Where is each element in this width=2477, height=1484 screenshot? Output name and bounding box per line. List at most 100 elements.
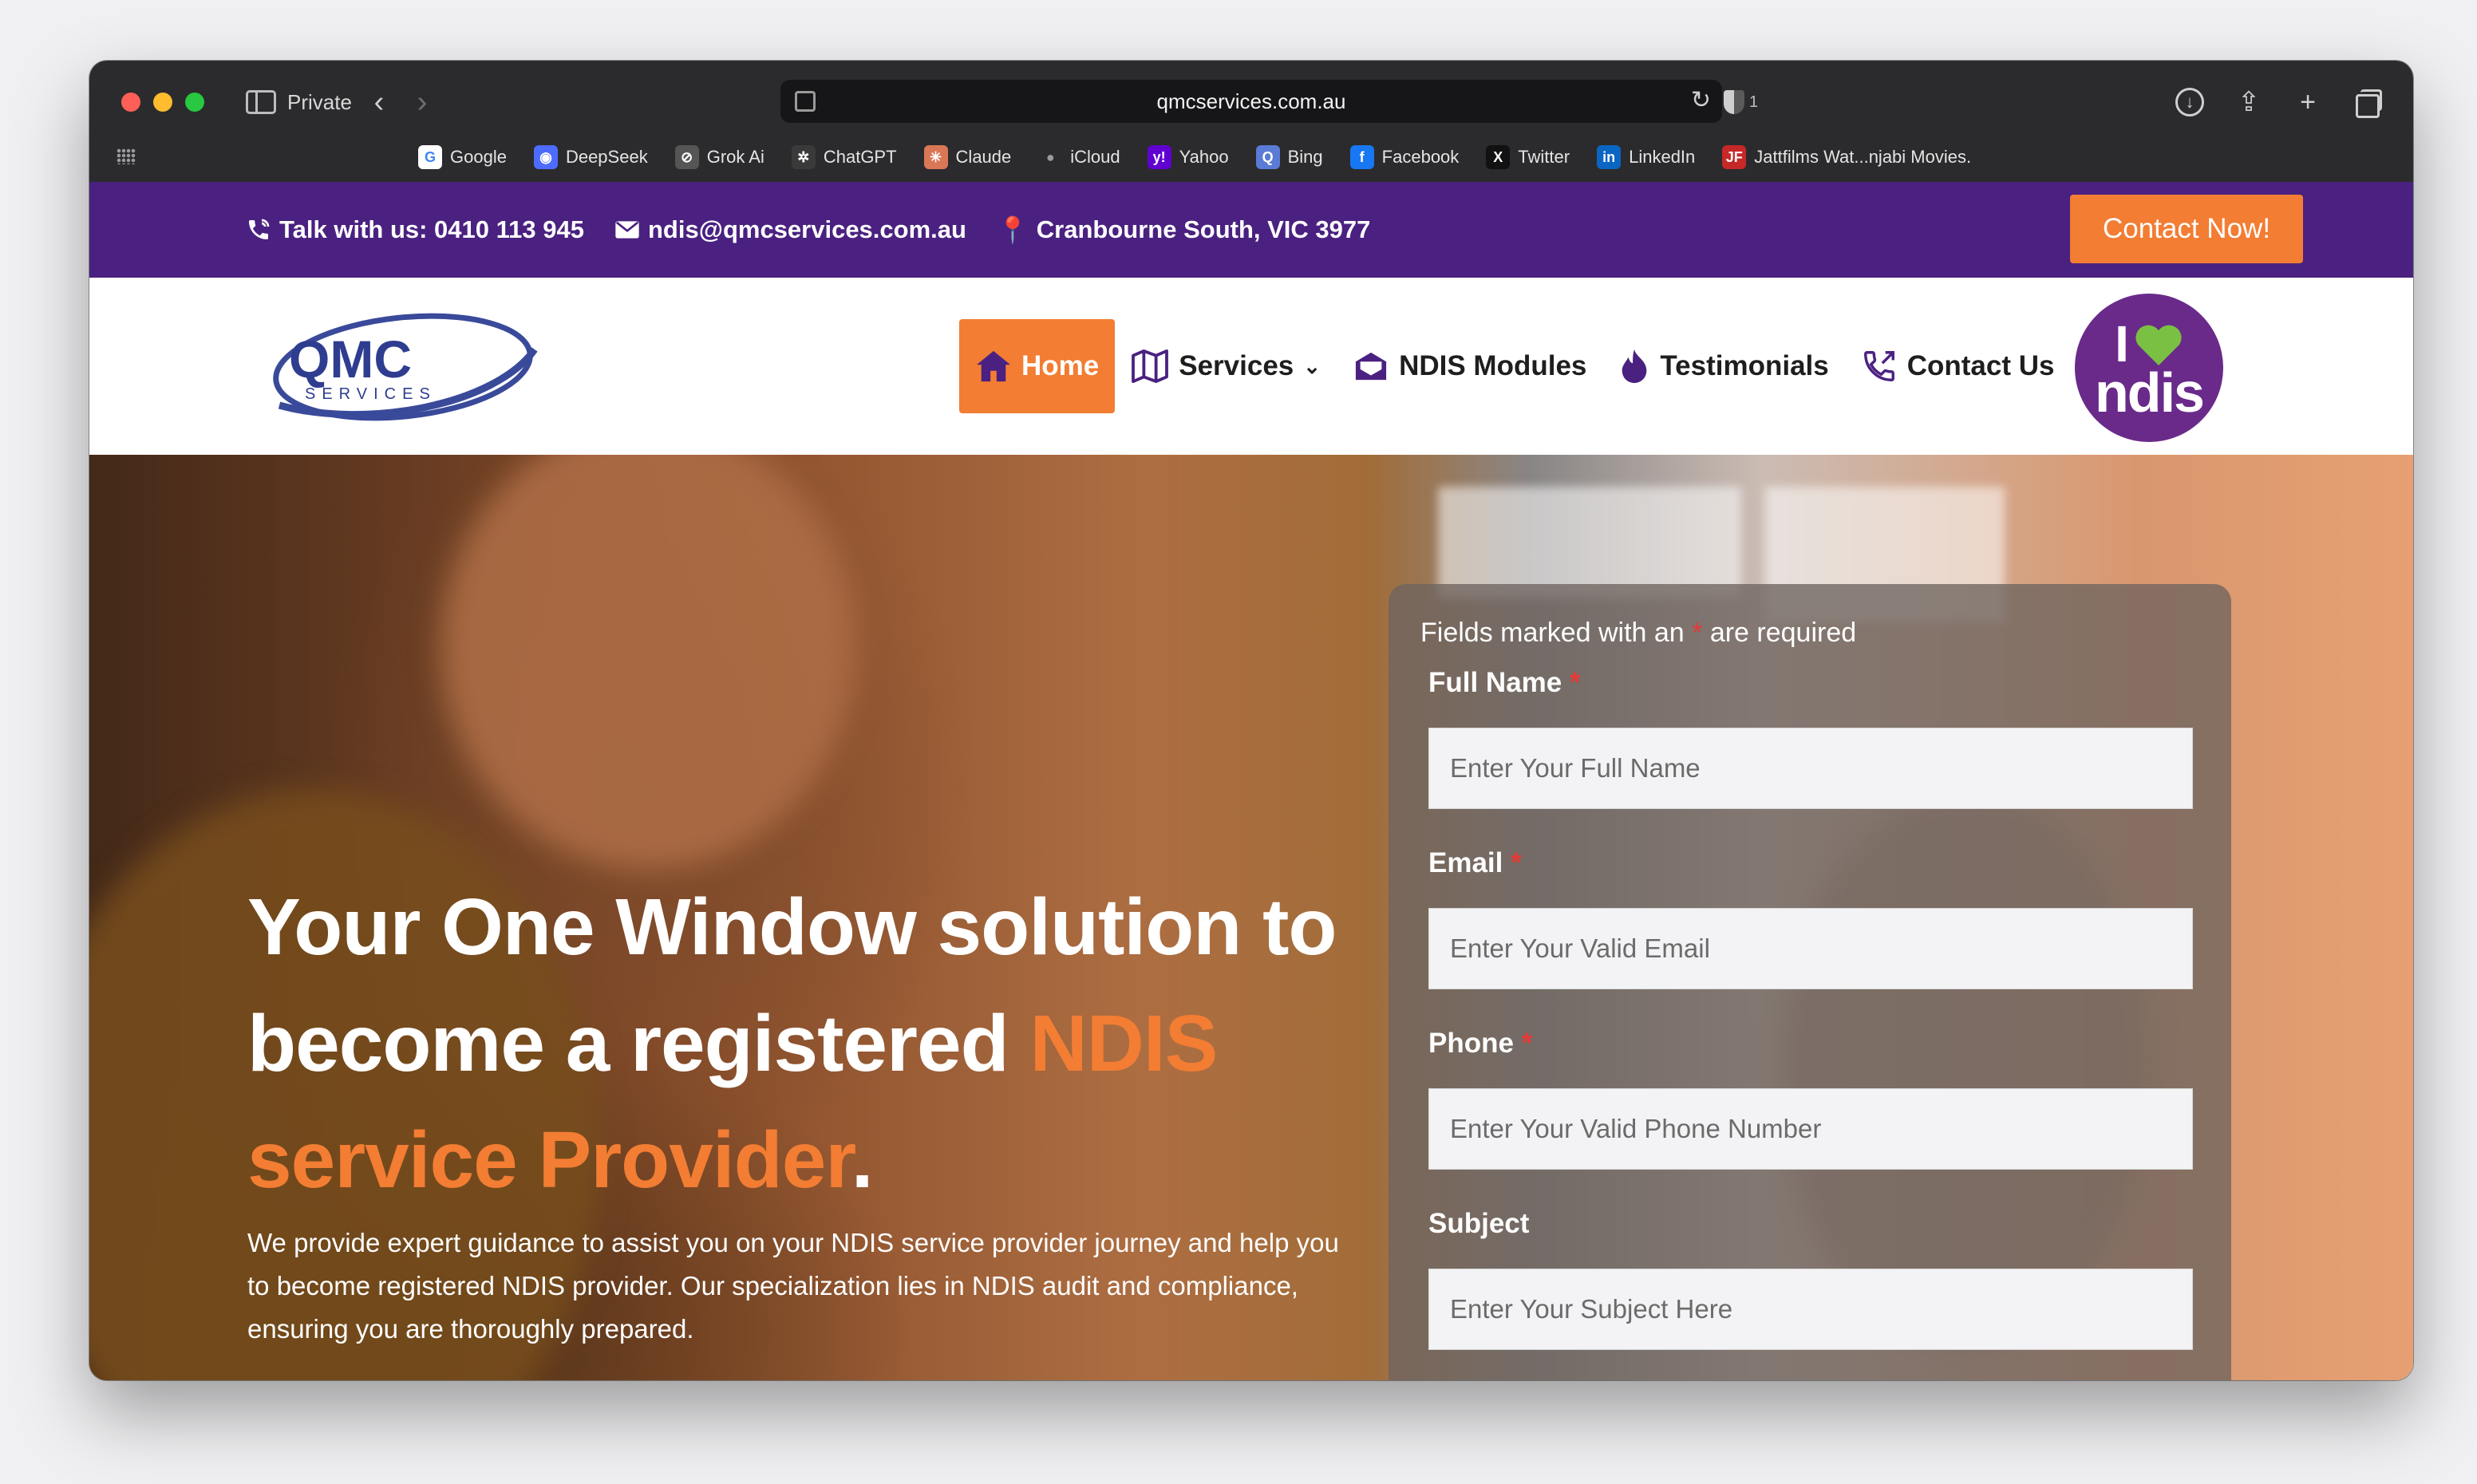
main-navigation: Home Services ⌄ NDIS Modules Testimonial… bbox=[959, 319, 2070, 413]
bookmark-item[interactable]: ◉ DeepSeek bbox=[533, 145, 648, 169]
share-icon[interactable]: ⇪ bbox=[2234, 88, 2263, 116]
subject-input[interactable] bbox=[1428, 1269, 2193, 1350]
hero-headline: Your One Window solution to become a reg… bbox=[247, 869, 1381, 1218]
bookmark-item[interactable]: ✳ Claude bbox=[923, 145, 1011, 169]
phone-info[interactable]: Talk with us: 0410 113 945 bbox=[246, 215, 584, 244]
download-icon[interactable]: ↓ bbox=[2175, 88, 2204, 116]
subject-label: Subject bbox=[1428, 1208, 1529, 1240]
hero-description: We provide expert guidance to assist you… bbox=[247, 1228, 1339, 1344]
bookmark-item[interactable]: in LinkedIn bbox=[1597, 145, 1695, 169]
tab-overview-icon[interactable] bbox=[2353, 88, 2382, 118]
full-name-label-text: Full Name bbox=[1428, 667, 1562, 698]
bookmark-label: DeepSeek bbox=[565, 147, 648, 167]
bookmarks-bar: G Google ◉ DeepSeek ⊘ Grok Ai ✲ ChatGPT ✳ Claude ●… bbox=[89, 136, 2413, 179]
page-settings-icon[interactable] bbox=[795, 91, 816, 112]
nav-testimonials[interactable]: Testimonials bbox=[1602, 319, 1844, 413]
location-text: Cranbourne South, VIC 3977 bbox=[1036, 215, 1371, 243]
bookmark-label: Yahoo bbox=[1179, 147, 1229, 167]
bookmark-item[interactable]: ● iCloud bbox=[1038, 145, 1120, 169]
bookmark-item[interactable]: X Twitter bbox=[1486, 145, 1570, 169]
nav-services-label: Services bbox=[1179, 350, 1294, 381]
map-icon bbox=[1132, 349, 1169, 383]
email-info[interactable]: ndis@qmcservices.com.au bbox=[614, 215, 966, 244]
nav-services[interactable]: Services ⌄ bbox=[1115, 319, 1337, 413]
phone-outgoing-icon bbox=[1863, 351, 1894, 381]
bookmark-item[interactable]: ✲ ChatGPT bbox=[791, 145, 897, 169]
chatgpt-icon: ✲ bbox=[791, 145, 816, 169]
bookmark-label: Twitter bbox=[1518, 147, 1570, 167]
window-controls bbox=[121, 93, 204, 112]
jattfilms-icon: JF bbox=[1722, 145, 1747, 169]
envelope-open-icon bbox=[1355, 352, 1387, 381]
shield-count: 1 bbox=[1749, 93, 1759, 111]
note-prefix: Fields marked with an bbox=[1420, 618, 1693, 648]
badge-i-text: I bbox=[2115, 315, 2129, 373]
i-love-ndis-badge[interactable]: I ndis bbox=[2075, 294, 2223, 442]
bookmark-label: iCloud bbox=[1070, 147, 1120, 167]
top-info-bar: Talk with us: 0410 113 945 ndis@qmcservi… bbox=[89, 182, 2413, 278]
required-star: * bbox=[1570, 667, 1581, 698]
apps-grid-icon[interactable] bbox=[117, 148, 136, 164]
bookmark-label: LinkedIn bbox=[1629, 147, 1696, 167]
bookmark-item[interactable]: JF Jattfilms Wat...njabi Movies. bbox=[1722, 145, 1971, 169]
close-window-button[interactable] bbox=[121, 93, 140, 112]
nav-home-label: Home bbox=[1021, 350, 1100, 381]
browser-toolbar: Private ‹ › qmcservices.com.au ↻ 1 ↓ ⇪ +… bbox=[89, 61, 2413, 182]
bookmark-item[interactable]: ⊘ Grok Ai bbox=[674, 145, 764, 169]
back-button[interactable]: ‹ bbox=[363, 83, 395, 121]
yahoo-icon: y! bbox=[1147, 145, 1171, 169]
location-pin-icon: 📍 bbox=[996, 215, 1029, 244]
bookmark-label: Google bbox=[450, 147, 507, 167]
zoom-window-button[interactable] bbox=[185, 93, 204, 112]
bookmark-label: Grok Ai bbox=[706, 147, 764, 167]
nav-testimonials-label: Testimonials bbox=[1660, 350, 1829, 381]
private-mode-label: Private bbox=[287, 89, 352, 114]
reload-icon[interactable]: ↻ bbox=[1691, 86, 1711, 114]
toolbar-actions: ↓ ⇪ + bbox=[2175, 83, 2382, 121]
required-star: * bbox=[1521, 1028, 1533, 1059]
bookmark-label: Bing bbox=[1287, 147, 1323, 167]
envelope-icon bbox=[615, 221, 639, 239]
heart-icon bbox=[2135, 325, 2182, 365]
nav-ndis-modules-label: NDIS Modules bbox=[1399, 350, 1587, 381]
phone-input[interactable] bbox=[1428, 1088, 2193, 1170]
bookmark-item[interactable]: f Facebook bbox=[1349, 145, 1460, 169]
nav-contact-us[interactable]: Contact Us bbox=[1845, 319, 2071, 413]
subject-label-text: Subject bbox=[1428, 1208, 1530, 1239]
site-header: QMC SERVICES Home Services ⌄ NDIS Module… bbox=[89, 278, 2413, 455]
forward-button[interactable]: › bbox=[406, 83, 438, 121]
background-person-left bbox=[440, 455, 855, 870]
nav-ndis-modules[interactable]: NDIS Modules bbox=[1337, 319, 1602, 413]
bookmark-item[interactable]: G Google bbox=[418, 145, 507, 169]
privacy-shield[interactable]: 1 bbox=[1724, 83, 1758, 121]
bookmark-item[interactable]: y! Yahoo bbox=[1147, 145, 1229, 169]
facebook-icon: f bbox=[1349, 145, 1374, 169]
contact-now-button[interactable]: Contact Now! bbox=[2070, 195, 2303, 263]
note-star: * bbox=[1692, 618, 1703, 648]
required-fields-note: Fields marked with an * are required bbox=[1420, 618, 1856, 649]
bookmark-label: Jattfilms Wat...njabi Movies. bbox=[1754, 147, 1972, 167]
logo-text: QMC bbox=[289, 330, 412, 389]
new-tab-icon[interactable]: + bbox=[2293, 88, 2322, 116]
sidebar-toggle-icon[interactable] bbox=[246, 90, 276, 114]
grok-icon: ⊘ bbox=[674, 145, 699, 169]
nav-home[interactable]: Home bbox=[959, 319, 1116, 413]
bookmark-list: G Google ◉ DeepSeek ⊘ Grok Ai ✲ ChatGPT ✳ Claude ●… bbox=[418, 136, 1971, 179]
address-bar[interactable]: qmcservices.com.au ↻ bbox=[780, 80, 1722, 123]
minimize-window-button[interactable] bbox=[153, 93, 172, 112]
deepseek-icon: ◉ bbox=[533, 145, 558, 169]
full-name-label: Full Name * bbox=[1428, 667, 1581, 699]
linkedin-icon: in bbox=[1597, 145, 1622, 169]
qmc-logo[interactable]: QMC SERVICES bbox=[271, 310, 543, 429]
google-icon: G bbox=[418, 145, 442, 169]
logo-subtext: SERVICES bbox=[305, 385, 437, 403]
background-window-light bbox=[1438, 487, 1741, 598]
bookmark-item[interactable]: Q Bing bbox=[1255, 145, 1323, 169]
phone-icon bbox=[249, 219, 270, 239]
bookmark-label: Facebook bbox=[1381, 147, 1460, 167]
location-info: 📍 Cranbourne South, VIC 3977 bbox=[997, 215, 1370, 245]
tab-controls: Private ‹ › bbox=[246, 83, 438, 121]
bookmark-label: ChatGPT bbox=[823, 147, 897, 167]
email-input[interactable] bbox=[1428, 908, 2193, 989]
full-name-input[interactable] bbox=[1428, 728, 2193, 809]
